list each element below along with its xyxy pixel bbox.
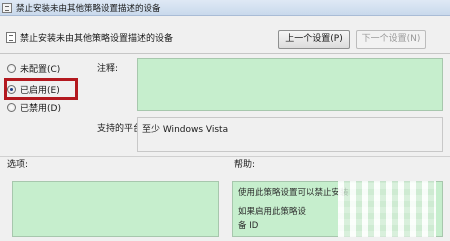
supported-platform-field: 至少 Windows Vista	[137, 117, 443, 152]
setting-icon	[6, 32, 16, 43]
policy-icon	[2, 3, 12, 13]
policy-dialog: 禁止安装未由其他策略设置描述的设备 禁止安装未由其他策略设置描述的设备 上一个设…	[0, 0, 450, 241]
help-label: 帮助:	[234, 160, 256, 170]
window-title: 禁止安装未由其他策略设置描述的设备	[16, 4, 161, 14]
options-panel	[12, 181, 219, 237]
annotation-highlight-box	[4, 78, 78, 100]
help-text-line: 备 ID	[238, 221, 259, 231]
divider	[0, 156, 450, 157]
comment-textarea[interactable]	[137, 58, 443, 111]
title-bar: 禁止安装未由其他策略设置描述的设备	[0, 0, 450, 16]
options-label: 选项:	[7, 160, 29, 170]
help-text-line: 使用此策略设置可以禁止安装	[238, 188, 349, 198]
next-setting-button[interactable]: 下一个设置(N)	[356, 30, 426, 49]
comment-label: 注释:	[97, 64, 119, 74]
radio-label: 已禁用(D)	[20, 104, 61, 114]
previous-setting-button[interactable]: 上一个设置(P)	[278, 30, 350, 49]
help-text-line: 如果启用此策略设	[238, 207, 307, 217]
supported-platform-value: 至少 Windows Vista	[142, 125, 229, 135]
radio-button[interactable]	[7, 103, 16, 112]
radio-button[interactable]	[7, 64, 16, 73]
policy-name: 禁止安装未由其他策略设置描述的设备	[20, 34, 174, 44]
pixelated-overlay	[338, 181, 436, 237]
divider	[0, 53, 450, 54]
radio-label: 未配置(C)	[20, 65, 61, 75]
